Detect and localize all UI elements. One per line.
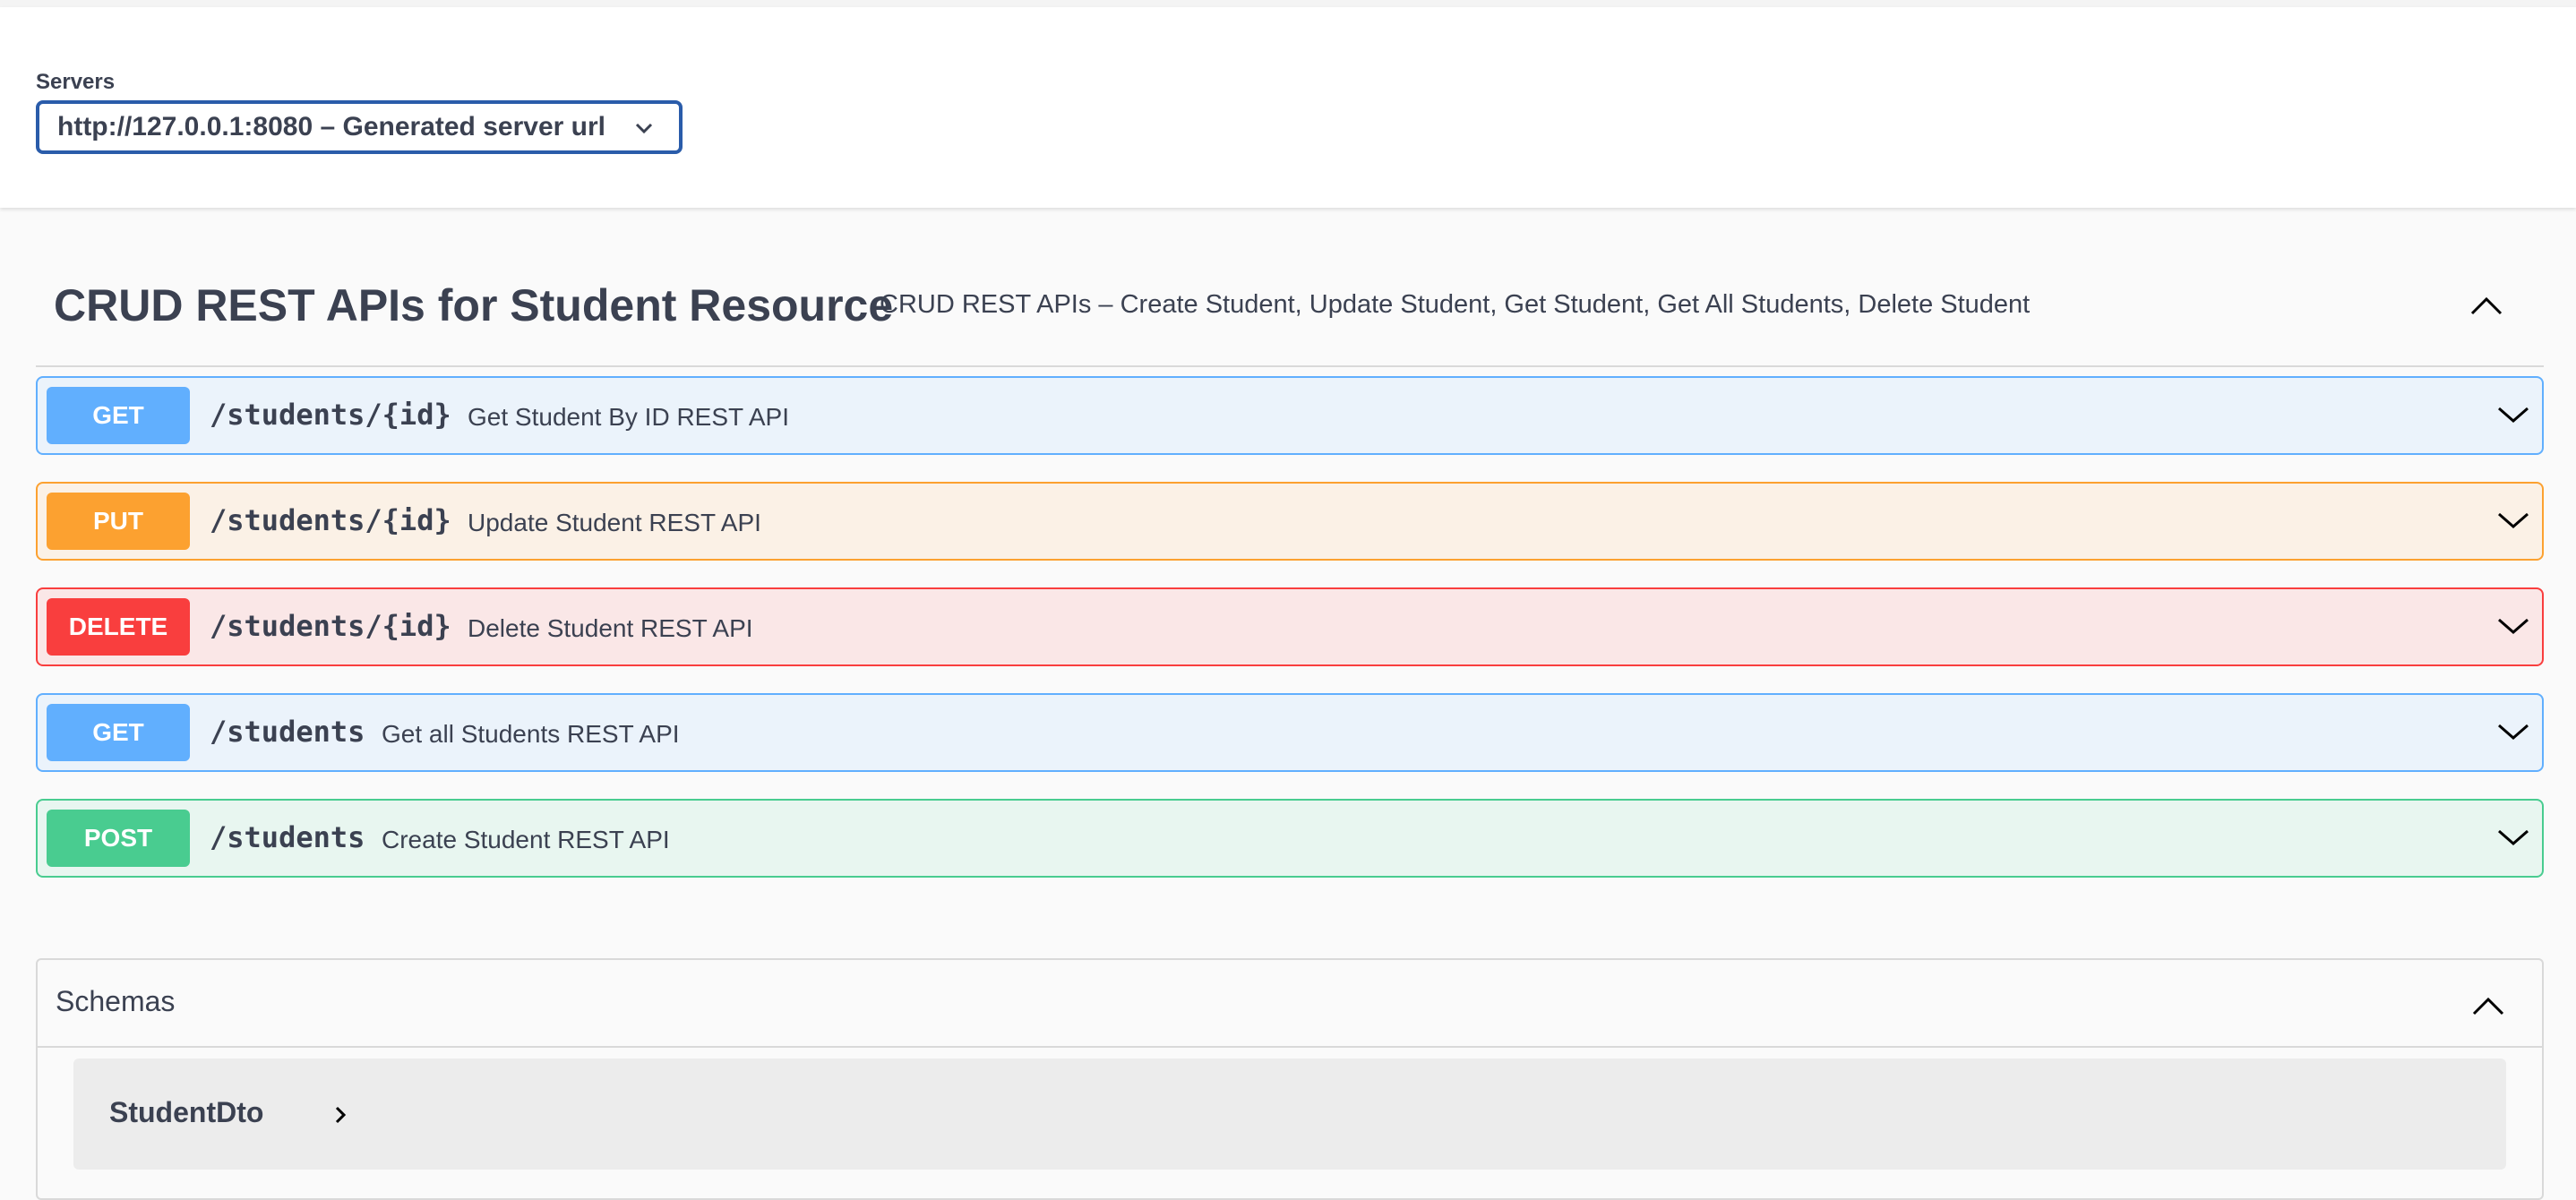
operation-summary: Get all Students REST API <box>382 720 680 748</box>
chevron-down-icon <box>635 123 653 134</box>
operation-summary: Update Student REST API <box>468 509 761 536</box>
tag-header[interactable]: CRUD REST APIs for Student Resource CRUD… <box>36 251 2544 367</box>
servers-label: Servers <box>36 70 116 94</box>
chevron-down-icon[interactable] <box>2497 401 2529 428</box>
operation-summary: Create Student REST API <box>382 826 670 853</box>
operation-summary: Get Student By ID REST API <box>468 403 789 431</box>
chevron-down-icon[interactable] <box>2497 507 2529 534</box>
operation-path: /students/{id} <box>210 503 451 537</box>
operation-create-student[interactable]: POST /students Create Student REST API <box>36 799 2544 878</box>
server-select-value: http://127.0.0.1:8080 – Generated server… <box>57 112 605 141</box>
top-strip <box>0 0 2576 7</box>
tag-description: CRUD REST APIs – Create Student, Update … <box>880 290 2031 319</box>
schemas-header[interactable]: Schemas <box>38 960 2542 1048</box>
servers-section: Servers http://127.0.0.1:8080 – Generate… <box>0 7 2576 208</box>
method-badge: PUT <box>47 493 190 550</box>
operation-path: /students/{id} <box>210 398 451 432</box>
chevron-up-icon[interactable] <box>2469 292 2504 319</box>
method-badge: POST <box>47 810 190 867</box>
chevron-up-icon[interactable] <box>2470 992 2506 1019</box>
chevron-down-icon[interactable] <box>2497 718 2529 745</box>
method-badge: GET <box>47 387 190 444</box>
chevron-down-icon[interactable] <box>2497 824 2529 851</box>
operation-summary: Delete Student REST API <box>468 614 753 642</box>
operation-path: /students <box>210 715 365 749</box>
model-item-studentdto[interactable]: StudentDto <box>73 1059 2506 1170</box>
operation-get-student-by-id[interactable]: GET /students/{id} Get Student By ID RES… <box>36 376 2544 455</box>
server-select[interactable]: http://127.0.0.1:8080 – Generated server… <box>36 100 683 154</box>
method-badge: GET <box>47 704 190 761</box>
schemas-title: Schemas <box>56 985 176 1017</box>
operation-path: /students/{id} <box>210 609 451 643</box>
operation-get-all-students[interactable]: GET /students Get all Students REST API <box>36 693 2544 772</box>
chevron-down-icon[interactable] <box>2497 613 2529 639</box>
operation-delete-student[interactable]: DELETE /students/{id} Delete Student RES… <box>36 587 2544 666</box>
schemas-section: Schemas StudentDto <box>36 958 2544 1200</box>
operation-path: /students <box>210 820 365 854</box>
operation-update-student[interactable]: PUT /students/{id} Update Student REST A… <box>36 482 2544 561</box>
chevron-right-icon[interactable] <box>330 1103 351 1127</box>
model-name: StudentDto <box>109 1096 264 1128</box>
method-badge: DELETE <box>47 598 190 656</box>
tag-title: CRUD REST APIs for Student Resource <box>54 280 894 330</box>
